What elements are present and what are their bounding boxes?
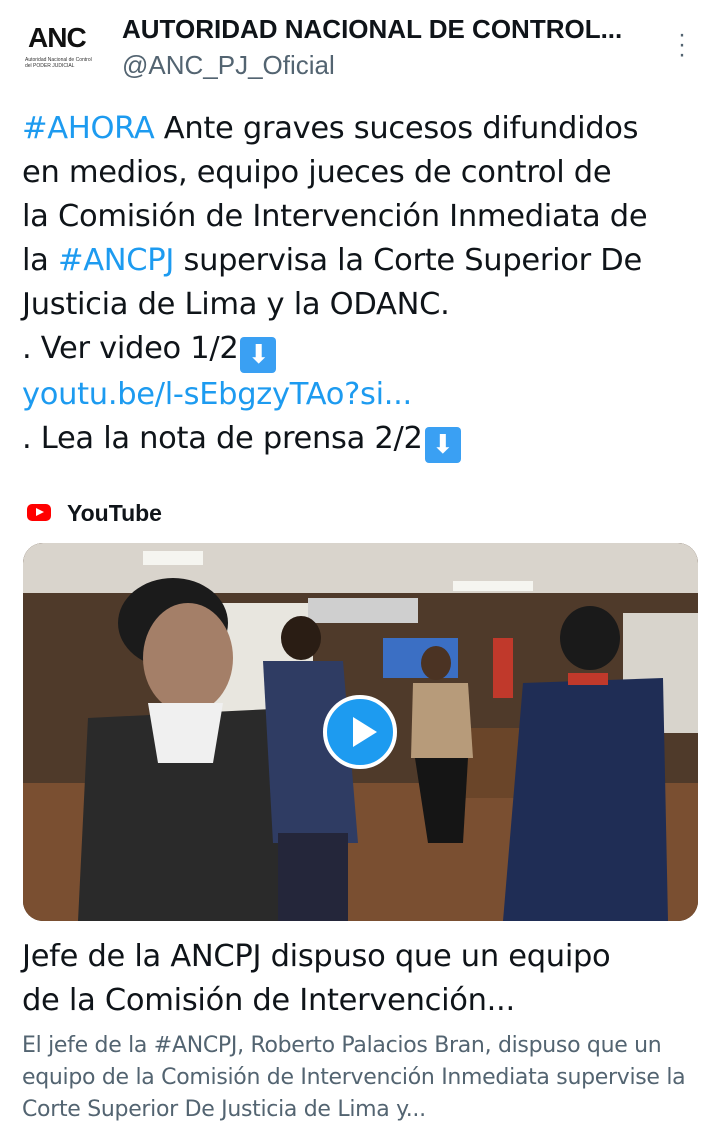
tweet-line: la Comisión de Intervención Inmediata de [22, 199, 648, 234]
account-handle[interactable]: @ANC_PJ_Oficial [122, 50, 335, 81]
tweet-text-segment: Ante graves sucesos difundidos [154, 111, 639, 146]
avatar-logo-subtext: Autoridad Nacional de Control del PODER … [25, 57, 92, 69]
card-title-line: de la Comisión de Intervención... [22, 983, 515, 1018]
tweet-text-segment: . Lea la nota de prensa 2/2 [22, 421, 423, 456]
down-arrow-emoji-icon: ⬇ [240, 337, 277, 373]
tweet-line: . Lea la nota de prensa 2/2 ⬇ [22, 417, 702, 463]
down-arrow-emoji-icon: ⬇ [424, 427, 461, 463]
youtube-icon [27, 504, 51, 521]
avatar[interactable]: ANC Autoridad Nacional de Control del PO… [22, 16, 100, 76]
tweet-line: . Ver video 1/2 ⬇ [22, 327, 702, 373]
tweet-text-segment: supervisa la Corte Superior De [174, 243, 642, 278]
tweet-line: en medios, equipo jueces de control de [22, 155, 612, 190]
play-icon[interactable] [323, 695, 397, 769]
tweet-text-segment: . Ver video 1/2 [22, 331, 239, 366]
avatar-logo-text: ANC [28, 22, 87, 53]
video-thumbnail[interactable] [23, 543, 698, 921]
tweet-line: #AHORA Ante graves sucesos difundidos [22, 107, 702, 151]
video-link[interactable]: youtu.be/l-sEbgzyTAo?si... [22, 373, 702, 417]
card-description: El jefe de la #ANCPJ, Roberto Palacios B… [22, 1030, 712, 1126]
tweet-body: #AHORA Ante graves sucesos difundidos en… [22, 107, 702, 463]
card-source-label: YouTube [67, 500, 162, 526]
card-description-line: equipo de la Comisión de Intervención In… [22, 1065, 686, 1090]
tweet-text-segment: la [22, 243, 58, 278]
more-vertical-icon[interactable]: · · · [670, 23, 694, 67]
hashtag-link[interactable]: #ANCPJ [58, 243, 174, 278]
tweet-header: ANC Autoridad Nacional de Control del PO… [0, 0, 720, 95]
account-name[interactable]: AUTORIDAD NACIONAL DE CONTROL... [122, 14, 622, 45]
tweet-line: la #ANCPJ supervisa la Corte Superior De [22, 239, 702, 283]
card-description-line: Corte Superior De Justicia de Lima y... [22, 1097, 426, 1122]
tweet-line: Justicia de Lima y la ODANC. [22, 287, 450, 322]
card-description-line: El jefe de la #ANCPJ, Roberto Palacios B… [22, 1033, 662, 1058]
hashtag-link[interactable]: #AHORA [22, 111, 155, 146]
card-title[interactable]: Jefe de la ANCPJ dispuso que un equipo d… [22, 935, 702, 1023]
card-title-line: Jefe de la ANCPJ dispuso que un equipo [22, 939, 611, 974]
